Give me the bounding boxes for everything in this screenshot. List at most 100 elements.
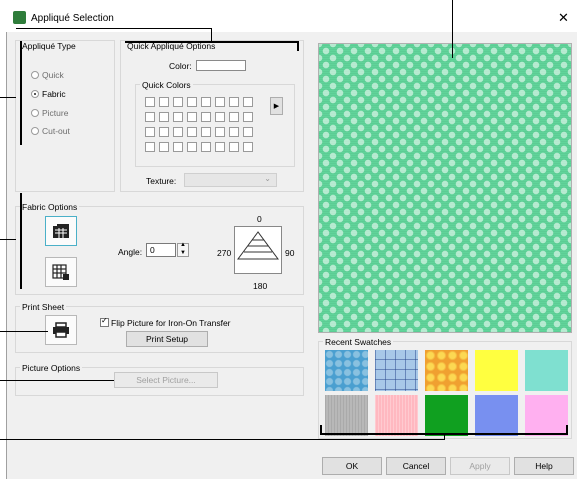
applique-app-icon — [13, 11, 26, 24]
callout-line — [0, 439, 444, 440]
radio-picture[interactable]: Picture — [31, 108, 68, 118]
quick-color-cell[interactable] — [243, 142, 253, 152]
radio-quick[interactable]: Quick — [31, 70, 64, 80]
quick-color-cell[interactable] — [173, 127, 183, 137]
quick-color-cell[interactable] — [229, 112, 239, 122]
quick-color-cell[interactable] — [229, 127, 239, 137]
fabric-grid-button[interactable] — [45, 257, 77, 287]
print-button[interactable] — [45, 315, 77, 345]
help-button[interactable]: Help — [514, 457, 574, 475]
quick-color-cell[interactable] — [159, 112, 169, 122]
quick-color-cell[interactable] — [145, 112, 155, 122]
dial-label-bottom: 180 — [253, 281, 268, 291]
callout-line — [452, 0, 453, 58]
radio-cutout[interactable]: Cut-out — [31, 126, 70, 136]
print-sheet-label: Print Sheet — [20, 302, 67, 312]
swatch-10[interactable] — [525, 395, 568, 436]
quick-color-cell[interactable] — [215, 142, 225, 152]
quick-color-cell[interactable] — [215, 127, 225, 137]
quick-color-cell[interactable] — [201, 97, 211, 107]
chevron-down-icon: ⌄ — [264, 174, 271, 183]
quick-color-cell[interactable] — [215, 112, 225, 122]
quick-colors-label: Quick Colors — [140, 80, 193, 90]
quick-color-cell[interactable] — [187, 97, 197, 107]
callout-line — [297, 41, 299, 51]
callout-line — [20, 193, 22, 289]
texture-dropdown[interactable]: ⌄ — [184, 173, 277, 187]
swatch-4[interactable] — [475, 350, 518, 391]
swatch-6[interactable] — [325, 395, 368, 436]
fabric-folder-icon — [53, 224, 69, 238]
quick-color-cell[interactable] — [145, 97, 155, 107]
quick-color-cell[interactable] — [159, 127, 169, 137]
swatch-1[interactable] — [325, 350, 368, 391]
swatch-9[interactable] — [475, 395, 518, 436]
callout-line — [0, 239, 16, 240]
quick-color-cell[interactable] — [173, 112, 183, 122]
quick-color-cell[interactable] — [145, 127, 155, 137]
quick-color-cell[interactable] — [187, 127, 197, 137]
dial-label-left: 270 — [217, 248, 232, 258]
quick-color-cell[interactable] — [145, 142, 155, 152]
fabric-options-label: Fabric Options — [20, 202, 80, 212]
quick-color-cell[interactable] — [201, 142, 211, 152]
callout-line — [16, 28, 212, 29]
ok-button[interactable]: OK — [322, 457, 382, 475]
dial-label-top: 0 — [257, 214, 262, 224]
select-picture-button[interactable]: Select Picture... — [114, 372, 218, 388]
swatch-2[interactable] — [375, 350, 418, 391]
texture-label: Texture: — [146, 176, 177, 186]
radio-fabric[interactable]: Fabric — [31, 89, 66, 99]
flip-label: Flip Picture for Iron-On Transfer — [111, 318, 231, 328]
swatch-8[interactable] — [425, 395, 468, 436]
close-icon[interactable]: ✕ — [558, 11, 569, 24]
quick-colors-next-button[interactable]: ▶ — [270, 97, 283, 115]
quick-color-cell[interactable] — [243, 112, 253, 122]
color-field[interactable] — [196, 60, 246, 71]
quick-color-cell[interactable] — [243, 97, 253, 107]
quick-color-cell[interactable] — [159, 142, 169, 152]
callout-line — [320, 425, 322, 435]
callout-line — [566, 425, 568, 435]
swatch-3[interactable] — [425, 350, 468, 391]
radio-dot-icon — [31, 71, 39, 79]
flip-checkbox[interactable]: ✓ — [100, 316, 109, 327]
recent-swatches-label: Recent Swatches — [323, 337, 394, 347]
print-setup-button[interactable]: Print Setup — [126, 331, 208, 347]
quick-color-cell[interactable] — [187, 112, 197, 122]
quick-color-cell[interactable] — [173, 97, 183, 107]
quick-color-cell[interactable] — [173, 142, 183, 152]
radio-dot-icon — [31, 127, 39, 135]
callout-line — [211, 28, 212, 42]
callout-line — [0, 97, 16, 98]
printer-icon — [53, 322, 69, 338]
radio-fabric-label: Fabric — [42, 89, 66, 99]
open-fabric-button[interactable] — [45, 216, 77, 246]
quick-color-cell[interactable] — [187, 142, 197, 152]
fabric-preview — [318, 43, 572, 333]
radio-dot-icon — [31, 90, 39, 98]
check-icon: ✓ — [101, 316, 108, 325]
swatch-7[interactable] — [375, 395, 418, 436]
cancel-button[interactable]: Cancel — [386, 457, 446, 475]
angle-input[interactable]: 0 — [146, 243, 176, 257]
angle-spinner[interactable]: ▲ ▼ — [177, 242, 189, 257]
fabric-grid-icon — [52, 264, 69, 280]
quick-color-cell[interactable] — [201, 112, 211, 122]
dial-label-right: 90 — [285, 248, 295, 258]
quick-color-cell[interactable] — [201, 127, 211, 137]
radio-cutout-label: Cut-out — [42, 126, 70, 136]
angle-dial[interactable] — [234, 226, 282, 274]
picture-options-label: Picture Options — [20, 363, 83, 373]
dialog-title: Appliqué Selection — [31, 13, 114, 24]
quick-color-cell[interactable] — [229, 97, 239, 107]
apply-button[interactable]: Apply — [450, 457, 510, 475]
callout-line — [20, 41, 22, 145]
quick-color-cell[interactable] — [243, 127, 253, 137]
quick-color-cell[interactable] — [215, 97, 225, 107]
spin-up-icon: ▲ — [180, 242, 186, 248]
swatch-5[interactable] — [525, 350, 568, 391]
radio-picture-label: Picture — [42, 108, 69, 118]
quick-color-cell[interactable] — [229, 142, 239, 152]
quick-color-cell[interactable] — [159, 97, 169, 107]
